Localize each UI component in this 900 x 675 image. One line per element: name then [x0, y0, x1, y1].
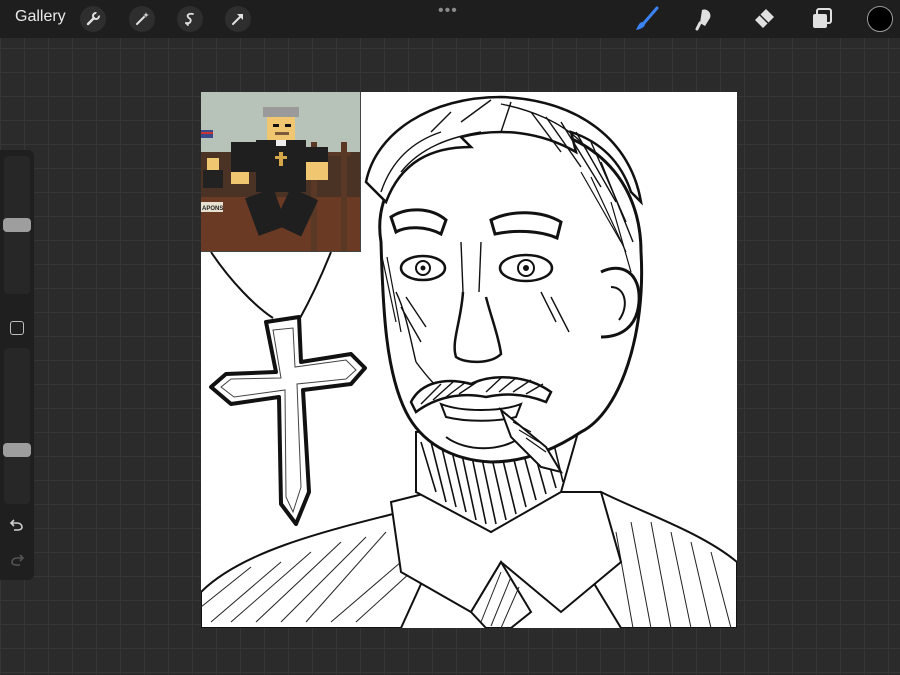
opacity-slider-thumb[interactable] — [3, 443, 31, 458]
eraser-tool-button[interactable] — [750, 5, 778, 33]
undo-icon[interactable] — [8, 516, 26, 534]
color-picker-swatch[interactable] — [867, 6, 893, 32]
magic-wand-icon — [136, 12, 149, 25]
layers-icon — [813, 8, 832, 28]
reference-photo: APONS — [201, 92, 360, 251]
adjustments-button[interactable] — [129, 6, 155, 32]
smudge-tool-button[interactable] — [691, 5, 719, 33]
reference-image[interactable]: APONS — [201, 92, 361, 252]
eraser-icon — [755, 9, 774, 28]
transform-button[interactable] — [225, 6, 251, 32]
smudge-icon — [695, 9, 711, 31]
brush-size-slider-thumb[interactable] — [3, 218, 31, 232]
top-toolbar: Gallery ••• — [0, 0, 900, 38]
more-options-handle[interactable]: ••• — [438, 2, 458, 20]
transform-arrow-icon — [232, 14, 243, 25]
brush-icon — [636, 6, 659, 30]
gallery-button[interactable]: Gallery — [15, 8, 66, 26]
layers-button[interactable] — [808, 5, 836, 33]
actions-button[interactable] — [80, 6, 106, 32]
modify-button[interactable] — [10, 321, 24, 335]
drawing-canvas[interactable]: APONS — [201, 92, 737, 628]
opacity-slider[interactable] — [4, 348, 30, 504]
wrench-icon — [86, 11, 101, 26]
selection-icon — [185, 12, 194, 26]
redo-icon[interactable] — [8, 551, 26, 569]
brush-tool-button[interactable] — [633, 5, 661, 33]
reference-sign-text: APONS — [202, 206, 223, 212]
left-sidebar — [0, 150, 34, 580]
selection-button[interactable] — [177, 6, 203, 32]
